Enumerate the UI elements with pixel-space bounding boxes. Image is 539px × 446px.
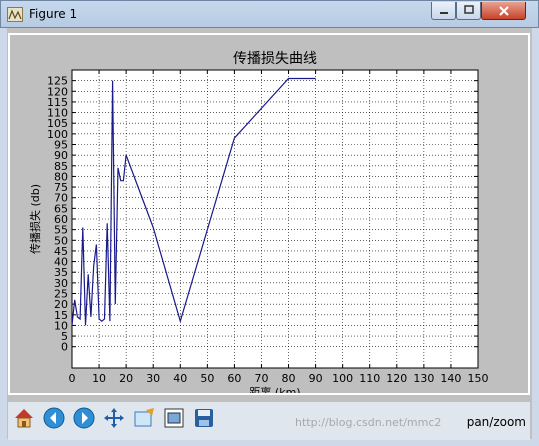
navigation-toolbar [8, 402, 530, 440]
figure-canvas[interactable]: 0 10 20 30 40 50 60 70 80 90 100 110 120 130 140 150 0 5 1… [8, 33, 530, 395]
line-chart[interactable]: 0 10 20 30 40 50 60 70 80 90 100 110 120 130 140 150051… [10, 35, 528, 393]
x-tick-label: 40 [173, 372, 187, 385]
maximize-button[interactable] [456, 2, 481, 20]
x-tick-label: 140 [440, 372, 461, 385]
x-tick-label: 100 [332, 372, 353, 385]
back-arrow-icon [43, 407, 65, 429]
x-tick-label: 60 [227, 372, 241, 385]
y-axis-label: 传播损失 (db) [28, 184, 42, 254]
minimize-icon [439, 12, 448, 14]
x-axis-label: 距离 (km) [249, 385, 300, 393]
x-tick-label: 120 [386, 372, 407, 385]
pan-button[interactable] [100, 404, 128, 432]
watermark-text: http://blog.csdn.net/mmc2 [295, 416, 442, 429]
figure-icon [7, 7, 23, 22]
x-tick-label: 20 [119, 372, 133, 385]
close-button[interactable] [481, 2, 526, 20]
minimize-button[interactable] [431, 2, 456, 20]
x-tick-label: 150 [468, 372, 489, 385]
window-titlebar: Figure 1 [0, 0, 539, 28]
zoom-rect-button[interactable] [130, 404, 158, 432]
chart-title: 传播损失曲线 [233, 51, 317, 67]
forward-button[interactable] [70, 404, 98, 432]
close-icon [498, 6, 509, 16]
x-tick-label: 70 [254, 372, 268, 385]
save-button[interactable] [190, 404, 218, 432]
x-tick-label: 10 [92, 372, 106, 385]
x-tick-label: 110 [359, 372, 380, 385]
x-tick-label: 30 [146, 372, 160, 385]
toolbar-mode-status: pan/zoom [466, 415, 526, 429]
floppy-disk-icon [195, 409, 213, 427]
forward-arrow-icon [73, 407, 95, 429]
home-icon [15, 409, 33, 428]
pan-arrows-icon [104, 408, 124, 428]
y-tick-label: 125 [47, 75, 68, 88]
subplots-button[interactable] [160, 404, 188, 432]
home-button[interactable] [10, 404, 38, 432]
x-tick-label: 80 [282, 372, 296, 385]
x-tick-label: 130 [413, 372, 434, 385]
maximize-icon [463, 5, 474, 14]
subplots-icon [164, 408, 184, 428]
zoom-rect-icon [134, 408, 154, 427]
x-tick-label: 0 [69, 372, 76, 385]
x-tick-label: 90 [309, 372, 323, 385]
window-title: Figure 1 [29, 7, 78, 21]
x-tick-label: 50 [200, 372, 214, 385]
back-button[interactable] [40, 404, 68, 432]
